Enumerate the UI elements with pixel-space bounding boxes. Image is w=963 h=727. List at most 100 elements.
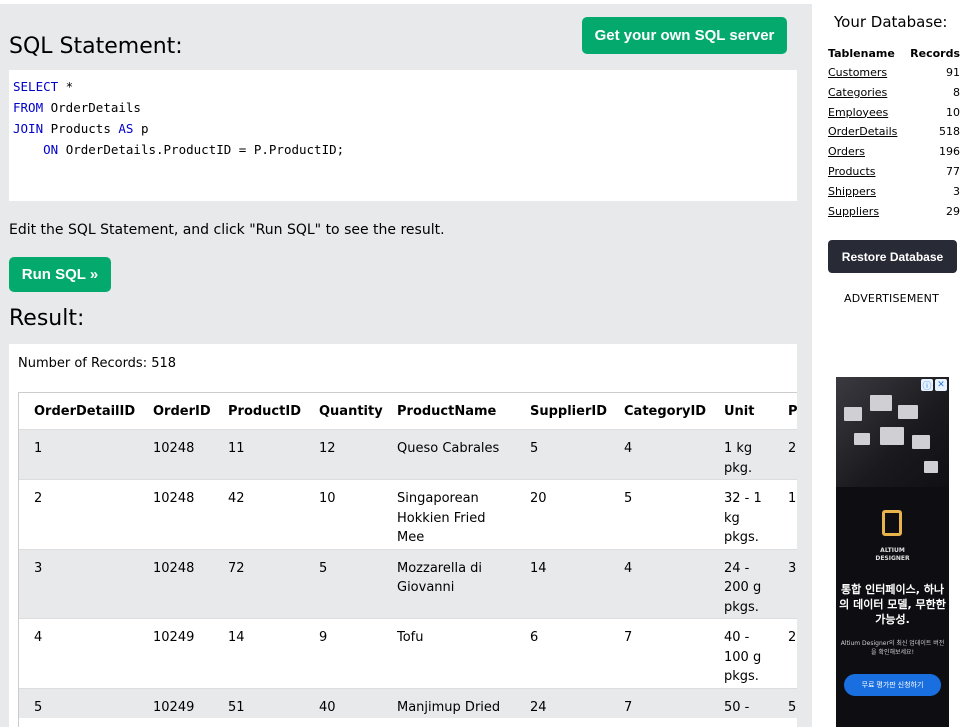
table-name-cell: Orders xyxy=(828,142,905,162)
code-line: JOIN Products AS p xyxy=(9,118,797,139)
table-cell: 2 xyxy=(788,630,797,645)
table-row: 5 10249 51 40 Manjimup Dried 24 7 50 - 5 xyxy=(19,688,797,718)
your-database-title: Your Database: xyxy=(834,13,948,31)
table-cell: 10 xyxy=(319,491,336,506)
code-line: FROM OrderDetails xyxy=(9,97,797,118)
table-cell: 4 xyxy=(34,630,43,645)
table-cell: 5 xyxy=(530,441,539,456)
column-header: OrderID xyxy=(153,403,211,419)
ad-close-icon[interactable]: ✕ xyxy=(935,379,947,391)
sql-text: OrderDetails.ProductID = P.ProductID; xyxy=(58,142,345,157)
table-cell: 10249 xyxy=(153,630,195,645)
result-title: Result: xyxy=(9,306,85,331)
table-cell: 14 xyxy=(228,630,245,645)
table-cell: 9 xyxy=(319,630,328,645)
table-link-employees[interactable]: Employees xyxy=(828,106,888,119)
column-header: Quantity xyxy=(319,403,383,419)
database-table-row: Orders 196 xyxy=(828,142,960,162)
table-cell: Tofu xyxy=(397,630,424,645)
sql-keyword: JOIN xyxy=(13,121,44,136)
record-count-cell: 8 xyxy=(953,85,960,99)
sql-editor-panel: SQL Statement: Get your own SQL server S… xyxy=(0,4,812,727)
ad-info-icons[interactable]: ⓘ ✕ xyxy=(921,379,947,392)
table-name-cell: Employees xyxy=(828,103,905,123)
code-line: ON OrderDetails.ProductID = P.ProductID; xyxy=(9,139,797,160)
table-cell: 40 - 100 g pkgs. xyxy=(724,630,762,684)
sql-statement-title: SQL Statement: xyxy=(9,34,183,59)
sql-keyword: FROM xyxy=(13,100,44,115)
table-cell: 10248 xyxy=(153,560,195,576)
table-cell: 50 - xyxy=(724,699,750,715)
table-cell: 1 xyxy=(788,491,797,506)
sql-text: Products xyxy=(43,121,119,136)
table-cell: 51 xyxy=(228,699,245,715)
table-cell: 12 xyxy=(319,441,336,456)
table-name-cell: Shippers xyxy=(828,182,905,202)
table-link-categories[interactable]: Categories xyxy=(828,86,887,99)
advertisement-banner[interactable]: ⓘ ✕ ALTIUM DESIGNER 통합 인터페이스, 하나의 데이터 모델,… xyxy=(836,377,949,727)
table-cell: 40 xyxy=(319,699,336,715)
table-link-customers[interactable]: Customers xyxy=(828,66,887,79)
table-cell: Singaporean Hokkien Fried Mee xyxy=(397,491,486,545)
table-link-orders[interactable]: Orders xyxy=(828,145,865,158)
table-cell: 5 xyxy=(34,699,43,715)
table-cell: 10248 xyxy=(153,491,195,506)
ad-brand: ALTIUM DESIGNER xyxy=(875,547,910,562)
sql-keyword: SELECT xyxy=(13,79,59,94)
column-header: OrderDetailID xyxy=(34,403,136,419)
table-cell: 32 - 1 kg pkgs. xyxy=(724,491,762,545)
table-cell: 3 xyxy=(788,560,797,576)
table-cell: 1 xyxy=(34,441,43,456)
restore-database-button[interactable]: Restore Database xyxy=(828,240,957,273)
table-cell: 1 kg pkg. xyxy=(724,441,753,476)
database-table-row: Employees 10 xyxy=(828,103,960,123)
table-cell: 20 xyxy=(530,491,547,506)
table-link-shippers[interactable]: Shippers xyxy=(828,185,876,198)
table-cell: 6 xyxy=(530,630,539,645)
database-table-row: Products 77 xyxy=(828,162,960,182)
ad-subtext: Altium Designer의 최신 업데이트 버전을 확인해보세요! xyxy=(840,640,945,656)
code-line: SELECT * xyxy=(9,76,797,97)
table-cell: 5 xyxy=(624,491,633,506)
table-link-suppliers[interactable]: Suppliers xyxy=(828,205,879,218)
table-cell: 7 xyxy=(624,699,633,715)
table-link-orderdetails[interactable]: OrderDetails xyxy=(828,125,897,138)
column-header: CategoryID xyxy=(624,403,707,419)
table-cell: Queso Cabrales xyxy=(397,441,500,456)
sql-code-editor[interactable]: SELECT * FROM OrderDetails JOIN Products A… xyxy=(9,70,797,201)
record-count-cell: 77 xyxy=(946,164,960,178)
table-cell: 24 xyxy=(530,699,547,715)
ad-cta-button[interactable]: 무료 평가판 신청하기 xyxy=(844,674,941,696)
column-header: SupplierID xyxy=(530,403,607,419)
table-cell: 72 xyxy=(228,560,245,576)
get-sql-server-button[interactable]: Get your own SQL server xyxy=(582,17,787,54)
table-cell: 2 xyxy=(788,441,797,456)
result-table-container[interactable]: OrderDetailID OrderID ProductID Quantity Pro… xyxy=(18,392,797,727)
column-header: ProductName xyxy=(397,403,497,419)
table-cell: 24 - 200 g pkgs. xyxy=(724,560,762,615)
table-name-cell: OrderDetails xyxy=(828,122,905,142)
records-header: Records xyxy=(910,46,960,60)
column-header: Unit xyxy=(724,403,755,419)
run-sql-button[interactable]: Run SQL » xyxy=(9,257,111,292)
table-row: 3 10248 72 5 Mozzarella di Giovanni 14 4 24 - 2… xyxy=(19,549,797,619)
table-cell: 3 xyxy=(34,560,43,576)
table-link-products[interactable]: Products xyxy=(828,165,876,178)
table-row: 4 10249 14 9 Tofu 6 7 40 - 100 g pkgs. 2 xyxy=(19,618,797,688)
database-header-row: Tablename Records xyxy=(828,43,960,63)
instructions-text: Edit the SQL Statement, and click "Run S… xyxy=(9,222,445,238)
ad-info-icon[interactable]: ⓘ xyxy=(921,379,933,392)
column-header: ProductID xyxy=(228,403,301,419)
table-cell: 42 xyxy=(228,491,245,506)
table-cell: 4 xyxy=(624,560,633,576)
record-count-cell: 91 xyxy=(946,66,960,79)
table-cell: 7 xyxy=(624,630,633,645)
circuit-board-image xyxy=(836,377,949,487)
altium-logo-icon xyxy=(882,510,902,536)
table-row: 2 10248 42 10 Singaporean Hokkien Fried Mee 2… xyxy=(19,479,797,549)
database-table-row: Suppliers 29 xyxy=(828,202,960,222)
table-cell: 2 xyxy=(34,491,43,506)
sql-text: p xyxy=(133,121,149,136)
table-cell: Mozzarella di Giovanni xyxy=(397,560,483,596)
record-count: Number of Records: 518 xyxy=(18,356,177,371)
